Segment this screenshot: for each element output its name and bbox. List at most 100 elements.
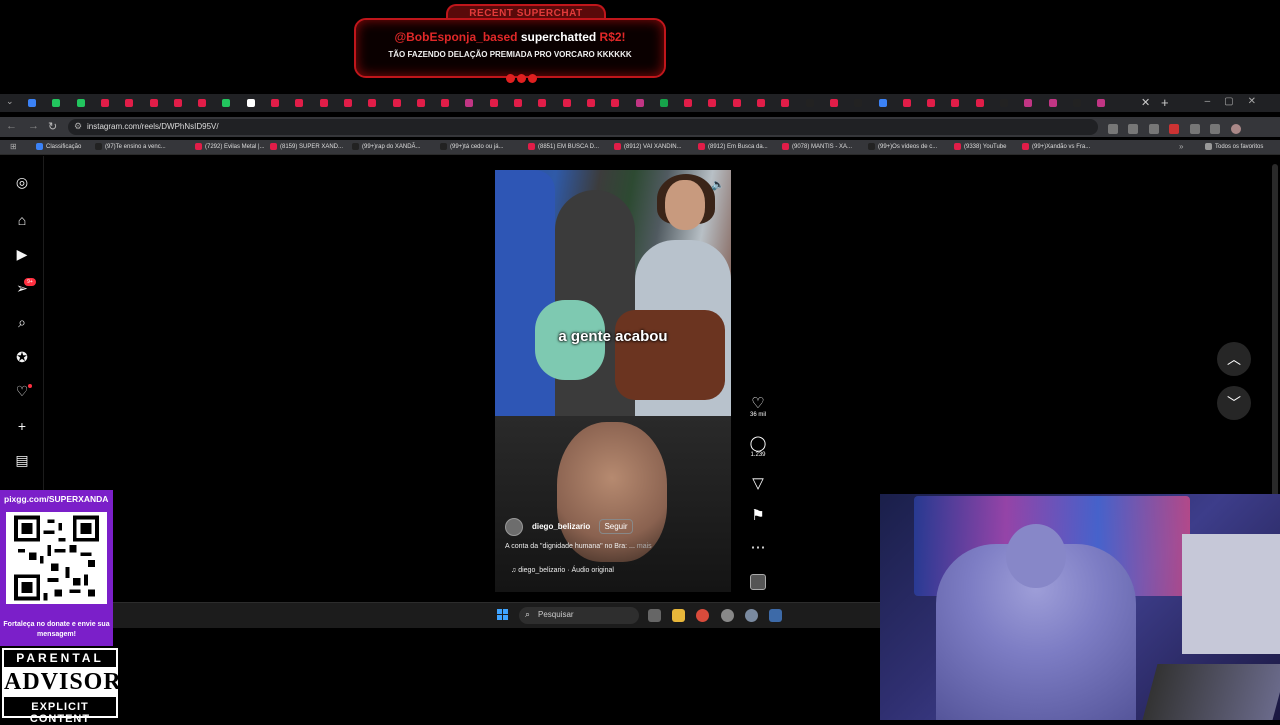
tab-favicon[interactable] — [514, 99, 522, 107]
create-icon[interactable]: + — [14, 418, 30, 434]
bookmark-item[interactable]: (99+)tá cedo ou já... — [440, 143, 504, 150]
author-username[interactable]: diego_belizario — [532, 522, 590, 531]
next-reel-button[interactable]: ﹀ — [1217, 386, 1251, 420]
tab-favicon[interactable] — [586, 99, 595, 107]
more-link[interactable]: mais — [637, 543, 652, 550]
tab-favicon[interactable] — [465, 99, 474, 107]
forward-arrow-icon[interactable]: → — [28, 120, 39, 132]
share-icon[interactable]: ▽ — [744, 476, 772, 492]
bookmark-item[interactable]: (99+)Os vídeos de c... — [868, 143, 937, 150]
tab-favicon[interactable] — [76, 99, 85, 107]
comment-icon[interactable]: ◯ — [744, 436, 772, 452]
bookmark-item[interactable]: (8851) EM BUSCA D... — [528, 143, 599, 150]
tab-favicon[interactable] — [392, 99, 401, 107]
search-icon[interactable]: ⌕ — [14, 314, 30, 330]
tab-favicon[interactable] — [1097, 99, 1106, 107]
profile-avatar[interactable] — [1230, 123, 1241, 134]
taskbar-search[interactable]: ⌕ Pesquisar — [519, 607, 639, 624]
heart-icon[interactable]: ♡ — [744, 396, 772, 412]
tab-favicon[interactable] — [489, 99, 498, 107]
comment-action[interactable]: ◯ 1.239 — [744, 436, 772, 459]
tab-favicon[interactable] — [562, 99, 571, 107]
bookmark-item[interactable]: (9338) YouTube — [954, 143, 1006, 150]
bookmark-icon[interactable]: ⚑ — [744, 508, 772, 524]
tab-favicon[interactable] — [757, 99, 765, 107]
bookmark-item[interactable]: (99+)rap do XANDÃ... — [352, 143, 421, 150]
instagram-logo-icon[interactable]: ◎ — [14, 174, 30, 190]
tab-favicon[interactable] — [441, 99, 450, 107]
tab-favicon[interactable] — [684, 99, 693, 107]
tab-favicon[interactable] — [975, 99, 984, 107]
tab-favicon[interactable] — [708, 99, 717, 107]
chrome-icon[interactable] — [696, 609, 709, 622]
more-options[interactable]: ⋯ — [744, 540, 772, 556]
tab-favicon[interactable] — [854, 99, 863, 107]
bookmark-item[interactable]: (99+)Xandão vs Fra... — [1022, 143, 1090, 150]
tab-favicon[interactable] — [805, 99, 814, 107]
reload-icon[interactable]: ↻ — [48, 120, 57, 133]
tab-favicon[interactable] — [295, 99, 304, 107]
tab-search-icon[interactable]: ⌄ — [6, 96, 14, 107]
tab-favicon[interactable] — [368, 99, 377, 107]
tab-favicon[interactable] — [52, 99, 61, 107]
all-bookmarks-folder[interactable]: Todos os favoritos — [1205, 143, 1263, 150]
steam-icon[interactable] — [769, 609, 782, 622]
bookmark-item[interactable]: (8159) SUPER XAND... — [270, 143, 343, 150]
tab-favicon[interactable] — [222, 99, 231, 107]
tab-favicon[interactable] — [319, 99, 328, 107]
follow-button[interactable]: Seguir — [599, 519, 633, 534]
audio-attribution[interactable]: ♫ diego_belizario · Áudio original — [511, 567, 614, 574]
tab-favicon[interactable] — [1000, 99, 1008, 107]
tab-favicon[interactable] — [659, 99, 668, 107]
task-view-icon[interactable] — [648, 609, 661, 622]
tab-favicon[interactable] — [246, 99, 255, 107]
tab-favicon[interactable] — [1048, 99, 1057, 107]
tab-favicon[interactable] — [611, 99, 620, 107]
tab-favicon[interactable] — [732, 99, 741, 107]
share-action[interactable]: ▽ — [744, 476, 772, 492]
tab-favicon[interactable] — [635, 99, 644, 107]
app-icon[interactable] — [721, 609, 734, 622]
bookmark-item[interactable]: (97)Te ensino a venc... — [95, 143, 166, 150]
bookmark-item[interactable]: (8912) Em Busca da... — [698, 143, 768, 150]
tab-favicon[interactable] — [878, 99, 887, 107]
tab-favicon[interactable] — [271, 99, 279, 107]
tab-favicon[interactable] — [198, 99, 207, 107]
tab-favicon[interactable] — [927, 99, 936, 107]
tab-favicon[interactable] — [100, 99, 109, 107]
tab-favicon[interactable] — [28, 99, 36, 107]
tab-favicon[interactable] — [416, 99, 425, 107]
back-arrow-icon[interactable]: ← — [6, 120, 17, 132]
bookmark-item[interactable]: Classificação — [36, 143, 81, 150]
tab-favicon[interactable] — [343, 99, 352, 107]
site-info-icon[interactable]: ⚙ — [74, 121, 82, 132]
install-icon[interactable] — [1108, 123, 1118, 134]
media-icon[interactable] — [1210, 123, 1221, 134]
tab-favicon[interactable] — [173, 99, 182, 107]
explore-icon[interactable]: ✪ — [14, 349, 30, 365]
reels-icon[interactable]: ▶ — [14, 246, 30, 262]
close-tab-icon[interactable]: ✕ — [1141, 96, 1150, 109]
new-tab-icon[interactable]: + — [1161, 95, 1169, 110]
tab-favicon[interactable] — [149, 99, 158, 107]
tab-favicon[interactable] — [538, 99, 547, 107]
dashboard-icon[interactable]: ▤ — [14, 452, 30, 468]
apps-grid-icon[interactable]: ⊞ — [10, 142, 17, 151]
tab-favicon[interactable] — [951, 99, 960, 107]
previous-reel-button[interactable]: ︿ — [1217, 342, 1251, 376]
star-icon[interactable] — [1148, 123, 1159, 134]
reel-video[interactable]: a gente acabou 🔈 diego_belizario Seguir … — [495, 170, 731, 592]
extension-icons[interactable] — [1108, 120, 1273, 134]
bookmark-item[interactable]: (9078) MANTIS - XA... — [782, 143, 852, 150]
file-explorer-icon[interactable] — [672, 609, 685, 622]
volume-icon[interactable]: 🔈 — [711, 178, 725, 191]
windows-start-icon[interactable] — [497, 609, 509, 621]
tab-favicon[interactable] — [781, 99, 790, 107]
extension-icon[interactable] — [1169, 123, 1180, 134]
author-avatar[interactable] — [505, 518, 523, 536]
bookmark-item[interactable]: (8912) VAI XANDIN... — [614, 143, 682, 150]
more-icon[interactable]: ⋯ — [744, 540, 772, 556]
tab-favicon[interactable] — [1072, 99, 1081, 107]
save-action[interactable]: ⚑ — [744, 508, 772, 524]
bookmarks-overflow-icon[interactable]: » — [1179, 142, 1183, 151]
